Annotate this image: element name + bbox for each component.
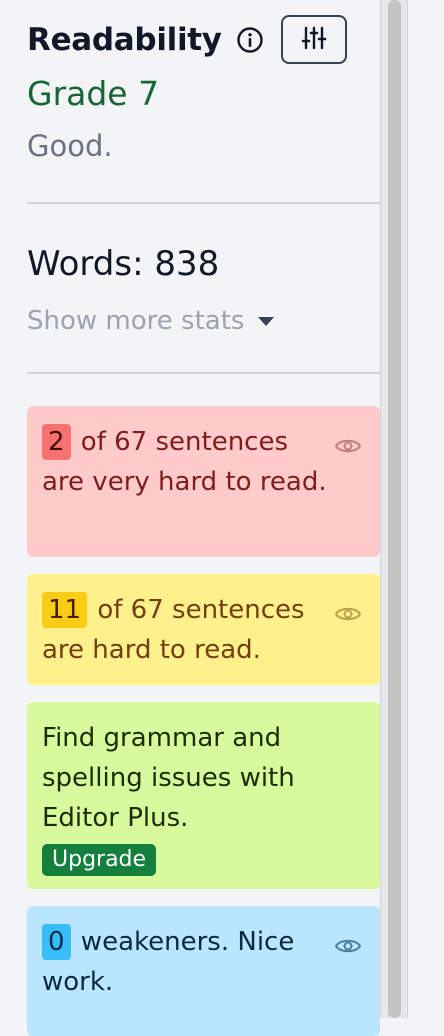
eye-icon[interactable] — [334, 596, 362, 621]
readability-panel: Readability Grade 7 Good. Words: 838 Sho… — [0, 0, 381, 1036]
grade-level: Grade 7 — [27, 74, 160, 113]
info-icon[interactable] — [236, 26, 264, 54]
grade-description: Good. — [27, 129, 113, 163]
very-hard-sentences-card[interactable]: 2 of 67 sentences are very hard to read. — [27, 406, 380, 557]
divider — [27, 372, 380, 374]
panel-title: Readability — [27, 22, 222, 58]
caret-down-icon — [258, 316, 275, 326]
divider — [27, 202, 380, 204]
weakeners-count-badge: 0 — [42, 924, 71, 960]
vertical-scrollbar[interactable] — [381, 0, 408, 1018]
weakeners-card-text: weakeners. Nice work. — [42, 927, 295, 997]
editor-edge — [408, 0, 444, 1018]
very-hard-card-text: of 67 sentences are very hard to read. — [42, 427, 327, 497]
weakeners-card[interactable]: 0 weakeners. Nice work. — [27, 906, 380, 1036]
upgrade-card-text: Find grammar and spelling issues with Ed… — [42, 723, 295, 833]
upgrade-button[interactable]: Upgrade — [42, 844, 157, 876]
show-more-stats-toggle[interactable]: Show more stats — [27, 302, 275, 340]
very-hard-count-badge: 2 — [42, 424, 71, 460]
hard-sentences-card[interactable]: 11 of 67 sentences are hard to read. — [27, 574, 380, 685]
eye-icon[interactable] — [334, 428, 362, 453]
show-more-stats-label: Show more stats — [27, 306, 245, 336]
hard-count-badge: 11 — [42, 592, 88, 628]
sliders-icon — [301, 25, 327, 55]
scrollbar-thumb[interactable] — [388, 0, 401, 1018]
editor-plus-upgrade-card: Find grammar and spelling issues with Ed… — [27, 702, 380, 889]
eye-icon[interactable] — [334, 928, 362, 953]
panel-header: Readability — [27, 18, 264, 62]
word-count: Words: 838 — [27, 244, 220, 284]
readability-settings-button[interactable] — [281, 15, 347, 64]
